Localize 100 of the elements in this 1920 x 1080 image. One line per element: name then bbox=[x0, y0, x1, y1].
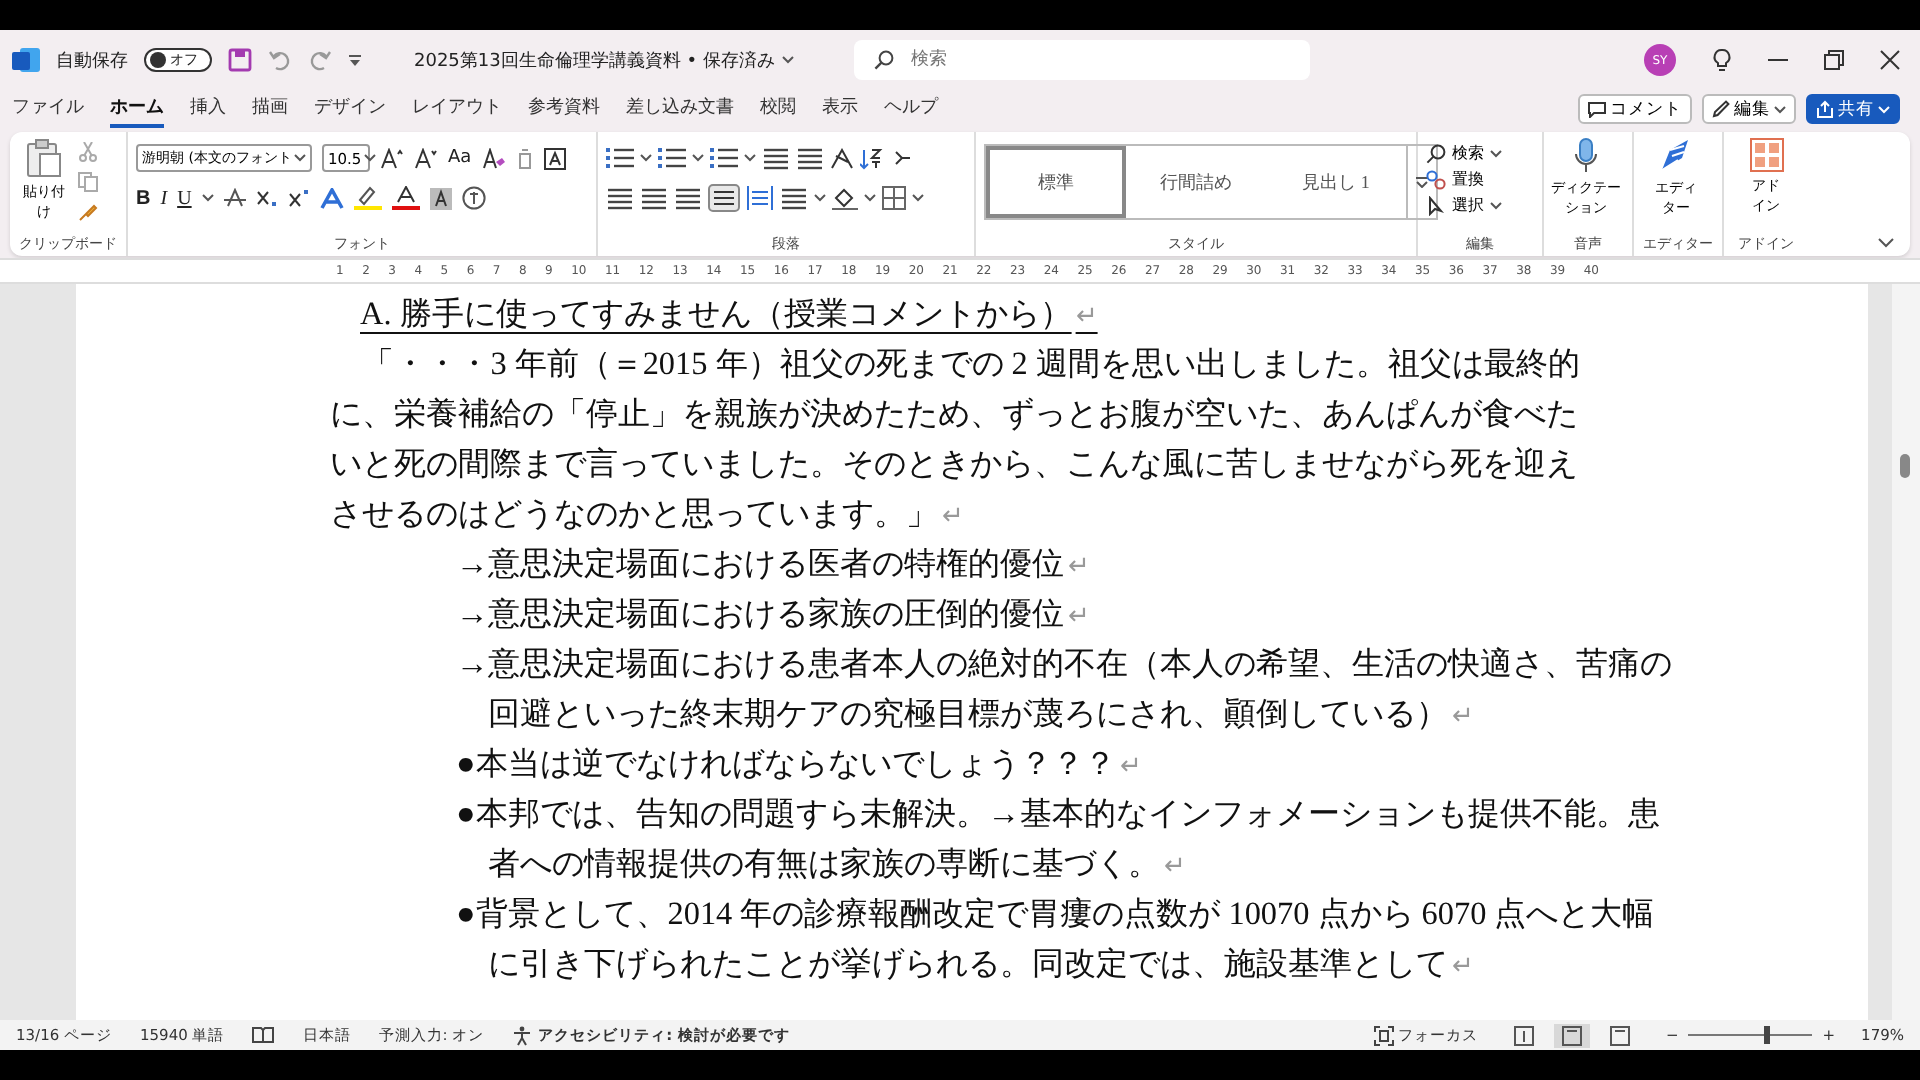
section-heading: A. 勝手に使ってすみません（授業コメントから）↵ bbox=[360, 296, 1098, 332]
ribbon-tab[interactable]: 表示 bbox=[822, 90, 858, 128]
editing-mode-button[interactable]: 編集 bbox=[1702, 94, 1796, 124]
replace-icon bbox=[1426, 169, 1446, 189]
align-left-icon[interactable] bbox=[606, 186, 634, 210]
caret-icon[interactable] bbox=[912, 194, 924, 202]
highlight-icon[interactable] bbox=[353, 186, 382, 210]
restore-icon[interactable] bbox=[1824, 50, 1844, 70]
bullets-icon[interactable] bbox=[606, 146, 634, 170]
ribbon-tab[interactable]: レイアウト bbox=[412, 90, 502, 128]
change-case-button[interactable]: Aa bbox=[448, 148, 472, 168]
lightbulb-icon[interactable] bbox=[1712, 48, 1732, 72]
caret-icon[interactable] bbox=[782, 56, 795, 64]
char-border-icon[interactable] bbox=[543, 147, 566, 169]
borders-icon[interactable] bbox=[882, 186, 906, 210]
editor-pen-icon[interactable] bbox=[1658, 138, 1694, 174]
ribbon-tab[interactable]: ホーム bbox=[110, 90, 164, 128]
caret-icon[interactable] bbox=[1490, 149, 1502, 157]
ribbon-tab[interactable]: ファイル bbox=[12, 90, 84, 128]
collapse-ribbon-icon[interactable] bbox=[1878, 238, 1894, 248]
autosave-label: 自動保存 bbox=[56, 49, 128, 73]
comment-button[interactable]: コメント bbox=[1578, 94, 1692, 124]
comment-icon bbox=[1588, 101, 1606, 117]
align-center-icon[interactable] bbox=[640, 186, 668, 210]
paragraph-text: ●本邦では、告知の問題すら未解決。→基本的なインフォメーションも提供不能。患者への情報提供の有無は家族の専断に基づく。↵ bbox=[456, 796, 1660, 882]
char-shading-icon[interactable] bbox=[429, 187, 452, 209]
web-layout-icon bbox=[1609, 1025, 1630, 1045]
sort-icon[interactable] bbox=[860, 147, 884, 169]
clipboard-icon[interactable] bbox=[26, 138, 62, 178]
font-color-icon[interactable] bbox=[391, 186, 420, 210]
distribute-icon[interactable] bbox=[746, 186, 774, 210]
caret-icon[interactable] bbox=[744, 154, 756, 162]
style-option[interactable]: 見出し 1 bbox=[1266, 146, 1406, 218]
search-icon bbox=[874, 50, 895, 70]
enclose-char-icon[interactable] bbox=[461, 186, 486, 210]
italic-button[interactable]: I bbox=[160, 187, 168, 209]
caret-icon[interactable] bbox=[294, 154, 306, 162]
replace-button[interactable]: 置換 bbox=[1452, 168, 1484, 190]
ribbon-tab[interactable]: 参考資料 bbox=[528, 90, 600, 128]
justify-icon[interactable] bbox=[708, 184, 740, 212]
ribbon-tab[interactable]: デザイン bbox=[314, 90, 386, 128]
close-icon[interactable] bbox=[1880, 50, 1900, 70]
line-spacing-icon[interactable] bbox=[780, 186, 808, 210]
text-effects-icon[interactable] bbox=[319, 187, 344, 209]
brush-icon[interactable] bbox=[78, 202, 98, 222]
strikethrough-icon[interactable] bbox=[223, 188, 246, 208]
paragraph-text: 「・・・3 年前（＝2015 年）祖父の死までの 2 週間を思い出しました。祖父は最終的に、栄養補給の「停止」を親族が決めたため、ずっとお腹が空いた、あんぱんが食べたいと死の間際まで言っていました。そのときから、こんな風に苦しませながら死を迎えさせるのはどうなのかと思っています。」↵ bbox=[330, 346, 1580, 532]
book-icon[interactable] bbox=[252, 1026, 275, 1044]
share-button[interactable]: 共有 bbox=[1806, 94, 1900, 124]
caret-icon[interactable] bbox=[1774, 105, 1786, 113]
document-title[interactable]: 2025第13回生命倫理学講義資料 • 保存済み bbox=[414, 47, 775, 73]
customize-icon[interactable] bbox=[348, 53, 362, 67]
underline-button[interactable]: U bbox=[177, 187, 192, 209]
clear-format-icon[interactable] bbox=[481, 147, 506, 169]
numbering-icon[interactable] bbox=[658, 146, 686, 170]
shading-icon[interactable] bbox=[832, 186, 858, 210]
ribbon-tab[interactable]: 差し込み文書 bbox=[626, 90, 734, 128]
paragraph-text: ●背景として、2014 年の診療報酬改定で胃瘻の点数が 10070 点から 6070 点へと大幅に引き下げられたことが挙げられる。同改定では、施設基準として↵ bbox=[456, 896, 1655, 982]
accessibility-icon[interactable] bbox=[512, 1025, 533, 1045]
find-button[interactable]: 検索 bbox=[1452, 142, 1484, 164]
ribbon-tab[interactable]: ヘルプ bbox=[884, 90, 938, 128]
style-option[interactable]: 標準 bbox=[986, 146, 1126, 218]
shrink-font-icon[interactable] bbox=[414, 147, 438, 169]
view-mode-button[interactable] bbox=[1553, 1023, 1590, 1047]
paragraph-text: ●本当は逆でなければならないでしょう？？？↵ bbox=[456, 746, 1142, 782]
save-icon[interactable] bbox=[228, 48, 252, 72]
align-right-icon[interactable] bbox=[674, 186, 702, 210]
more-styles-icon[interactable] bbox=[1416, 176, 1428, 188]
caret-icon[interactable] bbox=[201, 194, 214, 202]
increase-indent-icon[interactable] bbox=[796, 146, 824, 170]
caret-icon[interactable] bbox=[814, 194, 826, 202]
print-layout-icon bbox=[1561, 1025, 1582, 1045]
scrollbar-thumb[interactable] bbox=[1900, 454, 1910, 478]
superscript-icon[interactable] bbox=[287, 188, 310, 208]
style-option[interactable]: 行間詰め bbox=[1126, 146, 1266, 218]
pencil-icon bbox=[1712, 100, 1730, 118]
read-mode-icon bbox=[1513, 1025, 1534, 1045]
multilevel-list-icon[interactable] bbox=[710, 146, 738, 170]
select-button[interactable]: 選択 bbox=[1452, 194, 1484, 216]
caret-icon[interactable] bbox=[692, 154, 704, 162]
search-icon bbox=[1426, 143, 1446, 163]
caret-icon[interactable] bbox=[640, 154, 652, 162]
pointer-icon bbox=[1426, 195, 1446, 215]
app-icon[interactable] bbox=[12, 46, 40, 74]
ribbon-tab[interactable]: 描画 bbox=[252, 90, 288, 128]
decrease-indent-icon[interactable] bbox=[762, 146, 790, 170]
microphone-icon[interactable] bbox=[1574, 138, 1598, 174]
caret-icon[interactable] bbox=[864, 194, 876, 202]
ribbon-tab[interactable]: 挿入 bbox=[190, 90, 226, 128]
grow-font-icon[interactable] bbox=[380, 147, 404, 169]
add-ins-icon[interactable] bbox=[1749, 138, 1783, 172]
caret-icon[interactable] bbox=[1490, 201, 1502, 209]
subscript-icon[interactable] bbox=[255, 188, 278, 208]
caret-icon[interactable] bbox=[363, 154, 376, 162]
search-field[interactable]: 検索 bbox=[854, 40, 1311, 80]
focus-icon[interactable] bbox=[1373, 1025, 1394, 1045]
bold-button[interactable]: B bbox=[136, 187, 151, 209]
ribbon-tab[interactable]: 校閲 bbox=[760, 90, 796, 128]
share-icon bbox=[1816, 100, 1834, 118]
paragraph-text: →意思決定場面における医者の特権的優位↵ bbox=[456, 546, 1091, 582]
